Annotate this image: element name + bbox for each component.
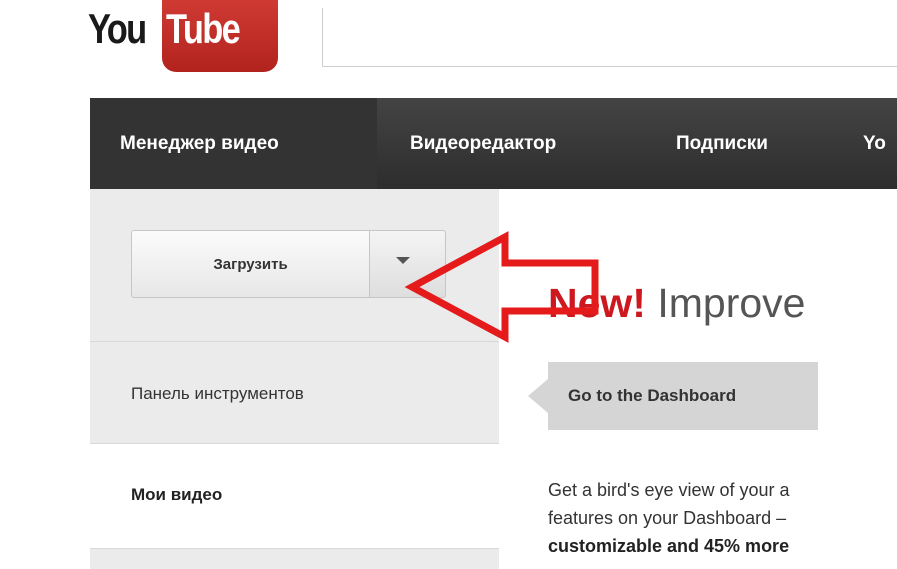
- nav-tab-more[interactable]: Yo: [863, 98, 897, 189]
- annotation-arrow-icon: [404, 231, 599, 343]
- nav-tab-subscriptions[interactable]: Подписки: [676, 98, 768, 189]
- body-line: Get a bird's eye view of your a: [548, 480, 790, 500]
- logo-you-text: You: [88, 5, 147, 52]
- nav-tab-video-manager[interactable]: Менеджер видео: [90, 98, 377, 189]
- nav-tab-video-editor[interactable]: Видеоредактор: [410, 98, 556, 189]
- body-line: features on your Dashboard –: [548, 508, 787, 528]
- sidebar-item-dashboard[interactable]: Панель инструментов: [131, 384, 304, 404]
- logo-tube-text: Tube: [166, 5, 241, 52]
- body-line-strong: customizable and 45% more: [548, 536, 790, 556]
- headline-rest: Improve: [645, 280, 806, 326]
- sidebar-divider: [90, 548, 499, 549]
- promo-body: Get a bird's eye view of your a features…: [548, 476, 883, 569]
- upload-button[interactable]: Загрузить: [131, 230, 370, 298]
- search-input[interactable]: [322, 8, 897, 67]
- top-nav: Менеджер видео Видеоредактор Подписки Yo: [90, 98, 897, 189]
- sidebar-item-my-videos[interactable]: Мои видео: [131, 485, 222, 505]
- go-to-dashboard-button[interactable]: Go to the Dashboard: [528, 362, 818, 430]
